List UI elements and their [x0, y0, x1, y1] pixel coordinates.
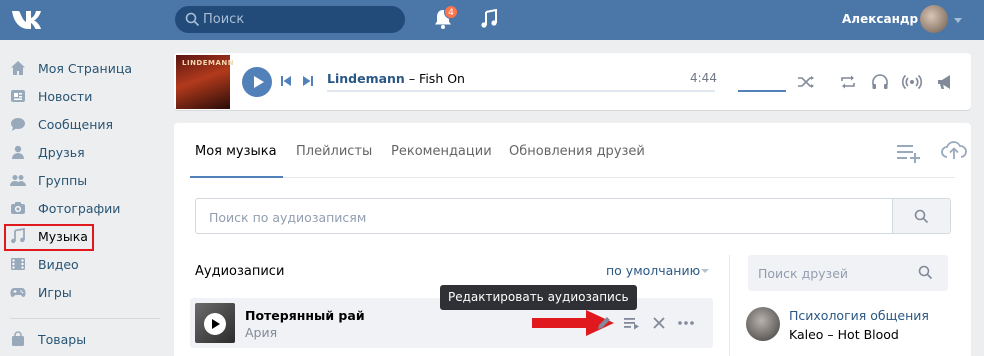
column-divider: [729, 255, 730, 356]
sidebar-item-label: Друзья: [38, 145, 85, 160]
headphones-icon[interactable]: [870, 72, 890, 92]
friend-avatar[interactable]: [746, 307, 780, 341]
shopping-bag-icon: [12, 331, 24, 346]
search-placeholder: Поиск: [203, 12, 245, 27]
vk-logo-icon[interactable]: [10, 7, 44, 33]
sidebar-item-goods[interactable]: Товары: [0, 325, 160, 353]
upload-cloud-icon[interactable]: [940, 139, 968, 161]
sidebar-item-label: Сообщения: [38, 117, 114, 132]
sidebar-item-label: Фотографии: [38, 201, 121, 216]
music-note-icon[interactable]: [480, 9, 498, 29]
active-tab-underline: [190, 176, 283, 178]
close-icon[interactable]: [650, 314, 668, 332]
album-cover-text: LINDEMANN: [182, 59, 235, 67]
groups-icon: [10, 175, 26, 186]
notifications-badge: 4: [444, 5, 458, 19]
left-menu: Моя Страница Новости Сообщения Друзья Гр…: [0, 54, 160, 306]
messages-icon: [11, 118, 25, 131]
sidebar-item-groups[interactable]: Группы: [0, 166, 160, 194]
music-panel: Моя музыка Плейлисты Рекомендации Обновл…: [174, 123, 971, 356]
audio-search-input[interactable]: Поиск по аудиозаписям: [195, 198, 951, 234]
friends-search-placeholder: Поиск друзей: [758, 266, 849, 281]
audio-row-play-button[interactable]: [204, 313, 226, 335]
sidebar-item-news[interactable]: Новости: [0, 82, 160, 110]
top-bar: Поиск 4 Александр: [0, 0, 984, 40]
track-duration[interactable]: 4:44: [690, 71, 717, 85]
friend-name[interactable]: Психология общения: [789, 308, 929, 323]
sidebar-item-label: Моя Страница: [38, 61, 132, 76]
repeat-icon[interactable]: [838, 72, 858, 92]
now-playing-artist[interactable]: Lindemann: [327, 71, 405, 86]
video-icon: [11, 258, 25, 270]
sidebar-item-my-page[interactable]: Моя Страница: [0, 54, 160, 82]
add-playlist-icon[interactable]: [896, 141, 922, 163]
music-tabs: Моя музыка Плейлисты Рекомендации Обновл…: [190, 123, 967, 178]
friends-search-input[interactable]: Поиск друзей: [748, 255, 948, 291]
sidebar-divider: [10, 318, 160, 319]
chevron-down-icon[interactable]: [954, 18, 962, 23]
friend-icon: [12, 145, 24, 159]
sidebar-item-label: Видео: [38, 257, 79, 272]
now-playing-separator: –: [404, 71, 420, 86]
audio-row-cover[interactable]: [195, 303, 235, 343]
shuffle-icon[interactable]: [796, 72, 816, 92]
search-icon: [185, 12, 200, 27]
tab-my-music[interactable]: Моя музыка: [195, 144, 277, 159]
progress-bar[interactable]: [327, 90, 715, 92]
sidebar-item-label: Игры: [38, 285, 72, 300]
tab-friends-updates[interactable]: Обновления друзей: [509, 144, 645, 159]
sort-dropdown[interactable]: по умолчанию: [606, 263, 700, 278]
add-to-queue-icon[interactable]: [623, 314, 641, 332]
audio-row-artist[interactable]: Ария: [245, 325, 277, 340]
previous-track-icon[interactable]: [280, 75, 292, 87]
gamepad-icon: [10, 288, 26, 297]
play-button[interactable]: [242, 67, 272, 97]
sidebar-item-label: Новости: [38, 89, 93, 104]
music-highlight-box: [4, 224, 94, 251]
audio-search-placeholder: Поиск по аудиозаписям: [209, 210, 367, 225]
camera-icon: [11, 202, 25, 214]
sidebar-item-video[interactable]: Видео: [0, 250, 160, 278]
broadcast-icon[interactable]: [902, 72, 922, 92]
speaker-icon[interactable]: [936, 72, 956, 92]
edit-tooltip: Редактировать аудиозапись: [440, 285, 637, 310]
audios-section-title: Аудиозаписи: [195, 264, 285, 279]
sidebar-item-label: Группы: [38, 173, 88, 188]
news-icon: [11, 90, 25, 102]
tab-recommendations[interactable]: Рекомендации: [391, 144, 492, 159]
sidebar-item-messages[interactable]: Сообщения: [0, 110, 160, 138]
search-icon: [914, 209, 929, 224]
sidebar-item-label: Товары: [38, 332, 87, 347]
sidebar-item-friends[interactable]: Друзья: [0, 138, 160, 166]
chevron-down-icon[interactable]: [701, 269, 709, 273]
sidebar-item-photos[interactable]: Фотографии: [0, 194, 160, 222]
sidebar-item-games[interactable]: Игры: [0, 278, 160, 306]
audio-row-title: Потерянный рай: [245, 308, 365, 323]
home-icon: [11, 61, 25, 75]
volume-slider[interactable]: [738, 90, 786, 92]
user-name[interactable]: Александр: [842, 12, 918, 26]
more-options-icon[interactable]: [677, 314, 695, 332]
audio-player: LINDEMANN Lindemann – Fish On 4:44: [174, 53, 971, 110]
friend-track[interactable]: Kaleo – Hot Blood: [789, 327, 899, 342]
album-cover[interactable]: LINDEMANN: [176, 55, 234, 109]
tab-playlists[interactable]: Плейлисты: [296, 144, 372, 159]
audio-search-button[interactable]: [892, 199, 950, 233]
search-icon[interactable]: [918, 265, 933, 280]
user-avatar[interactable]: [920, 5, 948, 33]
now-playing-title: Fish On: [419, 71, 465, 86]
now-playing: Lindemann – Fish On: [327, 71, 465, 86]
next-track-icon[interactable]: [302, 75, 314, 87]
global-search-input[interactable]: Поиск: [175, 6, 405, 33]
edit-pencil-icon[interactable]: [595, 314, 613, 332]
